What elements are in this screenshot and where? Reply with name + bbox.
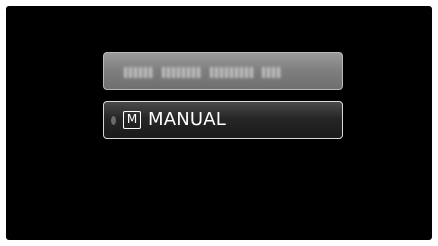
- manual-mode-icon: M: [123, 111, 141, 129]
- blurred-mode-label: [124, 66, 294, 78]
- menu-item-label: MANUAL: [148, 109, 227, 130]
- camera-screen: M MANUAL: [6, 6, 432, 240]
- menu-item-auto[interactable]: [103, 52, 343, 90]
- selection-indicator-icon: [111, 116, 116, 125]
- menu-item-manual[interactable]: M MANUAL: [103, 101, 343, 139]
